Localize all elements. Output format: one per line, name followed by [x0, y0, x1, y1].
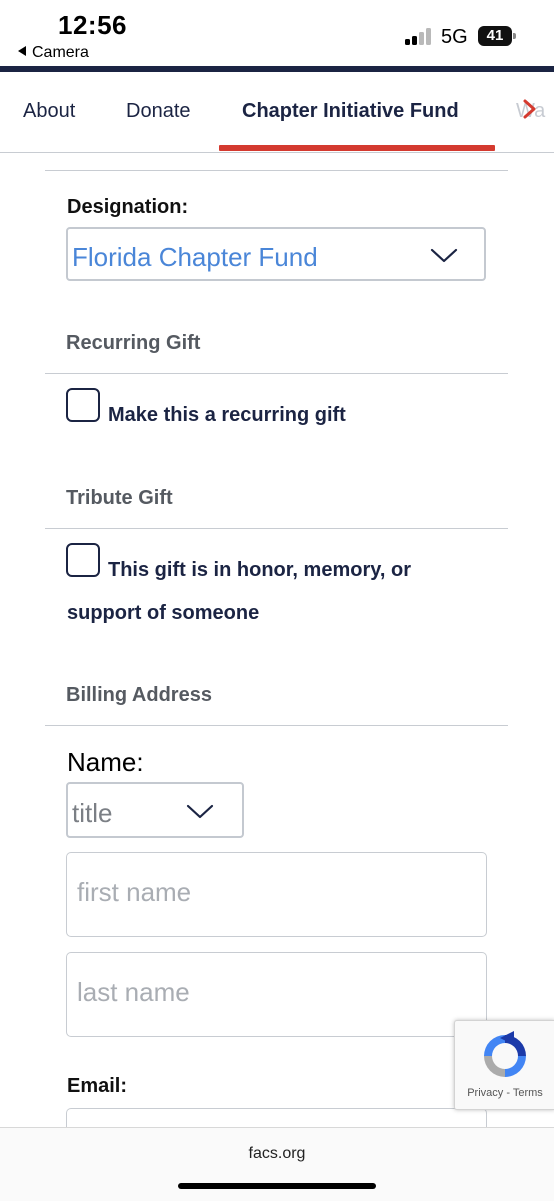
tab-about[interactable]: About	[23, 100, 75, 123]
title-select[interactable]: title	[66, 782, 244, 838]
tribute-gift-label-line2[interactable]: support of someone	[67, 602, 259, 625]
tribute-gift-checkbox[interactable]	[66, 543, 100, 577]
back-arrow-icon	[18, 46, 26, 56]
chevron-right-icon[interactable]	[522, 98, 538, 120]
recurring-gift-checkbox[interactable]	[66, 388, 100, 422]
recaptcha-badge[interactable]: Privacy - Terms	[454, 1020, 554, 1110]
billing-address-heading: Billing Address	[66, 684, 212, 706]
battery-icon: 41	[478, 26, 516, 46]
network-type: 5G	[441, 26, 468, 48]
back-app-label: Camera	[32, 44, 89, 61]
signal-icon	[405, 27, 435, 45]
recaptcha-separator: -	[503, 1087, 513, 1099]
chevron-down-icon	[430, 248, 458, 263]
active-tab-indicator	[219, 145, 495, 151]
tab-bar: About Donate Chapter Initiative Fund	[0, 72, 554, 153]
email-label: Email:	[67, 1075, 128, 1097]
recaptcha-icon	[484, 1031, 526, 1077]
designation-select[interactable]: Florida Chapter Fund	[66, 227, 486, 281]
clock: 12:56	[58, 10, 127, 40]
back-to-app-link[interactable]: Camera	[18, 44, 89, 62]
tab-chapter-initiative-fund[interactable]: Chapter Initiative Fund	[242, 100, 459, 123]
divider	[45, 725, 508, 726]
tab-donate[interactable]: Donate	[126, 100, 191, 123]
browser-address-bar[interactable]: facs.org	[0, 1127, 554, 1201]
recurring-gift-heading: Recurring Gift	[66, 332, 201, 354]
tribute-gift-label-line1[interactable]: This gift is in honor, memory, or	[108, 559, 411, 582]
recaptcha-links: Privacy - Terms	[455, 1087, 554, 1099]
divider	[45, 170, 508, 171]
chevron-down-icon	[186, 804, 214, 819]
first-name-input[interactable]	[77, 877, 467, 908]
divider	[45, 528, 508, 529]
last-name-field[interactable]	[66, 952, 487, 1037]
recurring-gift-label[interactable]: Make this a recurring gift	[108, 404, 346, 427]
last-name-input[interactable]	[77, 977, 467, 1008]
battery-level: 41	[486, 27, 504, 44]
title-select-value: title	[72, 798, 113, 828]
home-indicator[interactable]	[178, 1183, 376, 1189]
designation-label: Designation:	[67, 196, 189, 218]
designation-value: Florida Chapter Fund	[72, 242, 318, 272]
recaptcha-terms-link[interactable]: Terms	[513, 1087, 543, 1099]
recaptcha-privacy-link[interactable]: Privacy	[467, 1087, 503, 1099]
status-bar: 12:56 Camera 5G 41	[0, 0, 554, 66]
first-name-field[interactable]	[66, 852, 487, 937]
name-label: Name:	[67, 747, 144, 777]
divider	[45, 373, 508, 374]
url-label[interactable]: facs.org	[0, 1145, 554, 1163]
tribute-gift-heading: Tribute Gift	[66, 487, 173, 509]
